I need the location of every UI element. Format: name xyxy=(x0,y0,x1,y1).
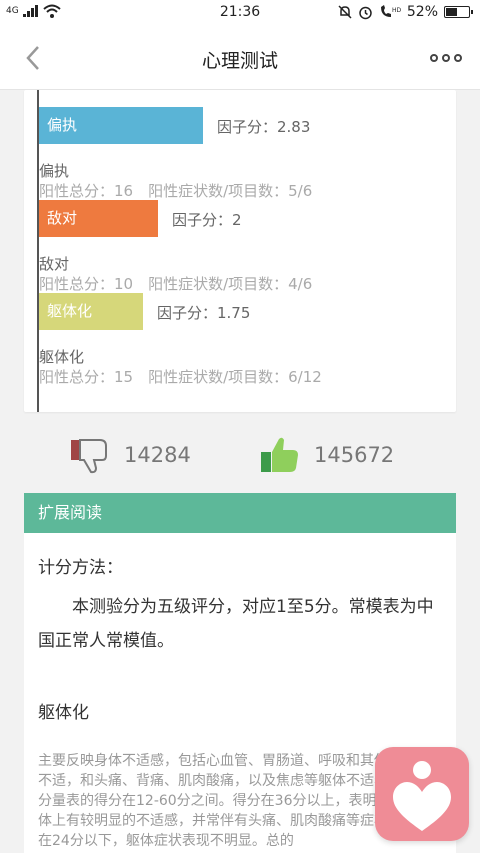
like-count: 145672 xyxy=(314,443,395,467)
factor-detail: 阳性总分：10 阳性症状数/项目数：4/6 xyxy=(39,275,313,293)
section-title: 躯体化 xyxy=(38,703,89,723)
heart-person-icon xyxy=(393,761,451,831)
more-dot-icon xyxy=(442,54,450,62)
heart-fab-button[interactable] xyxy=(375,747,469,841)
svg-text:HD: HD xyxy=(392,7,401,14)
reading-header: 扩展阅读 xyxy=(24,493,456,533)
battery-percent: 52% xyxy=(406,4,438,20)
scoring-desc: 本测验分为五级评分，对应1至5分。常模表为中国正常人常模值。 xyxy=(38,597,434,651)
factor-bar: 躯体化 xyxy=(39,293,143,330)
mute-bell-icon xyxy=(338,5,352,19)
vote-bar: 14284 145672 xyxy=(0,436,480,486)
factor-score: 因子分：2.83 xyxy=(217,118,311,136)
battery-icon xyxy=(444,6,473,18)
alarm-icon xyxy=(359,6,372,19)
thumbs-up-icon xyxy=(261,437,298,472)
more-dot-icon xyxy=(454,54,462,62)
factor-bar: 偏执 xyxy=(39,107,203,144)
dislike-count: 14284 xyxy=(124,443,191,467)
factor-score: 因子分：1.75 xyxy=(157,304,251,322)
result-card: 偏执 因子分：2.83 偏执 阳性总分：16 阳性症状数/项目数：5/6 敌对 … xyxy=(24,90,456,412)
more-dot-icon xyxy=(430,54,438,62)
factor-bar: 敌对 xyxy=(39,200,158,237)
factor-detail: 阳性总分：15 阳性症状数/项目数：6/12 xyxy=(39,368,322,386)
scoring-title: 计分方法： xyxy=(38,558,123,578)
more-button[interactable] xyxy=(430,48,462,68)
status-right: HD 52% xyxy=(338,4,473,20)
factor-detail: 阳性总分：16 阳性症状数/项目数：5/6 xyxy=(39,182,313,200)
battery-fill xyxy=(446,8,457,16)
like-button[interactable]: 145672 xyxy=(260,436,394,474)
factor-name: 躯体化 xyxy=(39,348,85,366)
thumbs-down-icon xyxy=(71,439,107,474)
factor-name: 敌对 xyxy=(39,255,70,273)
page-title: 心理测试 xyxy=(201,50,278,72)
factor-score: 因子分：2 xyxy=(172,211,242,229)
hd-call-icon: HD xyxy=(380,5,401,17)
status-bar: 4G 21:36 HD 52% xyxy=(0,0,480,26)
dislike-button[interactable]: 14284 xyxy=(70,436,191,474)
factor-name: 偏执 xyxy=(39,162,70,180)
nav-bar: 心理测试 xyxy=(0,26,480,90)
